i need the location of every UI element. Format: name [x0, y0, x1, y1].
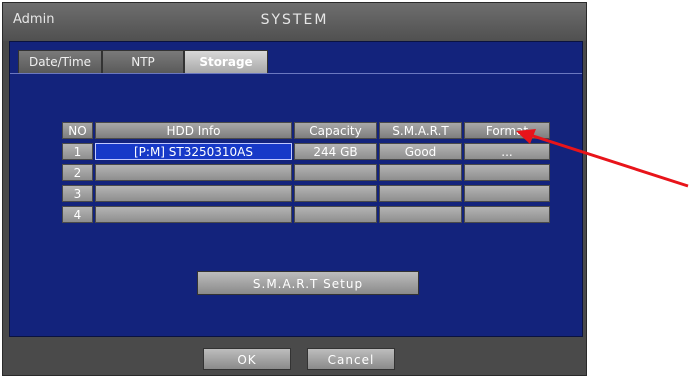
- row-number: 3: [62, 185, 93, 202]
- smart-status-cell: [379, 164, 462, 181]
- tab-storage[interactable]: Storage: [184, 50, 268, 74]
- column-header-format: Format: [464, 122, 550, 139]
- tab-divider: [10, 73, 582, 74]
- ok-button[interactable]: OK: [203, 348, 291, 370]
- button-bar: OK Cancel: [3, 337, 586, 375]
- hdd-info-cell[interactable]: [P:M] ST3250310AS: [95, 143, 292, 160]
- row-number: 4: [62, 206, 93, 223]
- capacity-cell: [294, 206, 377, 223]
- tab-ntp[interactable]: NTP: [102, 50, 184, 74]
- tab-date-time[interactable]: Date/Time: [18, 50, 102, 74]
- hdd-info-cell[interactable]: [95, 164, 292, 181]
- capacity-cell: 244 GB: [294, 143, 377, 160]
- column-header-hdd-info: HDD Info: [95, 122, 292, 139]
- storage-panel: Date/Time NTP Storage NO HDD Info Capaci…: [9, 41, 583, 337]
- row-number: 1: [62, 143, 93, 160]
- format-button[interactable]: [464, 164, 550, 181]
- row-number: 2: [62, 164, 93, 181]
- cancel-button[interactable]: Cancel: [307, 348, 395, 370]
- hdd-info-cell[interactable]: [95, 185, 292, 202]
- capacity-cell: [294, 164, 377, 181]
- system-dialog: Admin SYSTEM Date/Time NTP Storage NO HD…: [2, 2, 587, 376]
- format-button[interactable]: [464, 185, 550, 202]
- format-button[interactable]: [464, 206, 550, 223]
- dialog-title: SYSTEM: [260, 12, 329, 28]
- column-header-smart: S.M.A.R.T: [379, 122, 462, 139]
- title-bar: Admin SYSTEM: [3, 3, 586, 41]
- smart-status-cell: [379, 206, 462, 223]
- smart-status-cell: Good: [379, 143, 462, 160]
- column-header-capacity: Capacity: [294, 122, 377, 139]
- hdd-info-cell[interactable]: [95, 206, 292, 223]
- smart-setup-button[interactable]: S.M.A.R.T Setup: [197, 271, 419, 295]
- column-header-no: NO: [62, 122, 93, 139]
- format-button[interactable]: ...: [464, 143, 550, 160]
- capacity-cell: [294, 185, 377, 202]
- smart-status-cell: [379, 185, 462, 202]
